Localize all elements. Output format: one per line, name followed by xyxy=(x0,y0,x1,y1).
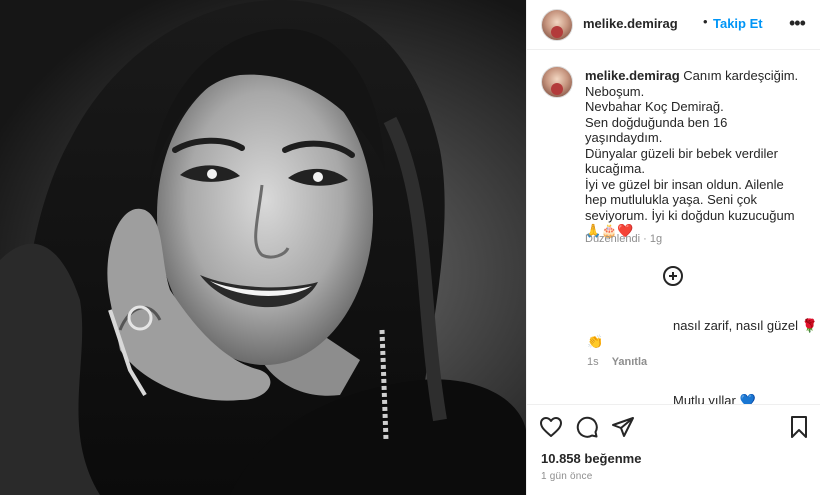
caption-line: Canım kardeşciğim. xyxy=(683,68,799,83)
caption-line: Nevbahar Koç Demirağ. xyxy=(585,99,724,114)
caption-line: Sen doğduğunda ben 16 yaşındaydım. xyxy=(585,114,728,146)
post-timestamp[interactable]: 1 gün önce xyxy=(541,471,593,482)
meta-separator: · xyxy=(643,233,647,245)
comment-meta: 1s Yanıtla xyxy=(587,356,657,368)
instagram-post: melike.demirag • Takip Et ••• melike.dem… xyxy=(0,0,820,495)
comment-time[interactable]: 1s xyxy=(587,356,599,368)
caption-line: Neboşum. xyxy=(585,83,645,99)
likes-count[interactable]: 10.858 beğenme xyxy=(541,451,641,466)
caption-meta: Düzenlendi · 1g xyxy=(585,233,662,245)
avatar[interactable] xyxy=(541,9,573,41)
share-icon[interactable] xyxy=(611,415,635,439)
post-sidebar: melike.demirag • Takip Et ••• melike.dem… xyxy=(526,0,820,495)
follow-button[interactable]: Takip Et xyxy=(713,16,763,31)
bookmark-icon[interactable] xyxy=(787,415,811,439)
portrait-image xyxy=(0,0,526,495)
edited-label: Düzenlendi xyxy=(585,233,641,245)
caption-line: Dünyalar güzeli bir bebek verdiler xyxy=(585,145,778,161)
caption-line: seviyorum. İyi ki doğdun kuzucuğum xyxy=(585,207,795,223)
post-header: melike.demirag • Takip Et ••• xyxy=(527,0,820,50)
separator-dot: • xyxy=(703,14,708,29)
caption-line: İyi ve güzel bir insan oldun. Ailenle xyxy=(585,176,784,192)
edited-time[interactable]: 1g xyxy=(650,233,662,245)
comment-icon[interactable] xyxy=(575,415,599,439)
caption-text: melike.demirag Canım kardeşciğim. Neboşu… xyxy=(585,68,807,239)
caption-username[interactable]: melike.demirag xyxy=(585,68,680,83)
action-bar: 10.858 beğenme 1 gün önce xyxy=(527,404,820,495)
heart-icon[interactable] xyxy=(539,415,563,439)
reply-button[interactable]: Yanıtla xyxy=(612,356,647,368)
comment-emoji: 👏 xyxy=(587,334,604,349)
more-icon[interactable]: ••• xyxy=(789,13,806,34)
caption-avatar[interactable] xyxy=(541,66,573,98)
plus-circle-icon[interactable] xyxy=(663,266,683,286)
caption-line: hep mutlulukla yaşa. Seni çok xyxy=(585,192,757,207)
post-photo[interactable] xyxy=(0,0,526,495)
author-username[interactable]: melike.demirag xyxy=(583,16,678,31)
comment-text: nasıl zarif, nasıl güzel 🌹 xyxy=(673,318,818,333)
caption-line: kucağıma. xyxy=(585,161,645,176)
